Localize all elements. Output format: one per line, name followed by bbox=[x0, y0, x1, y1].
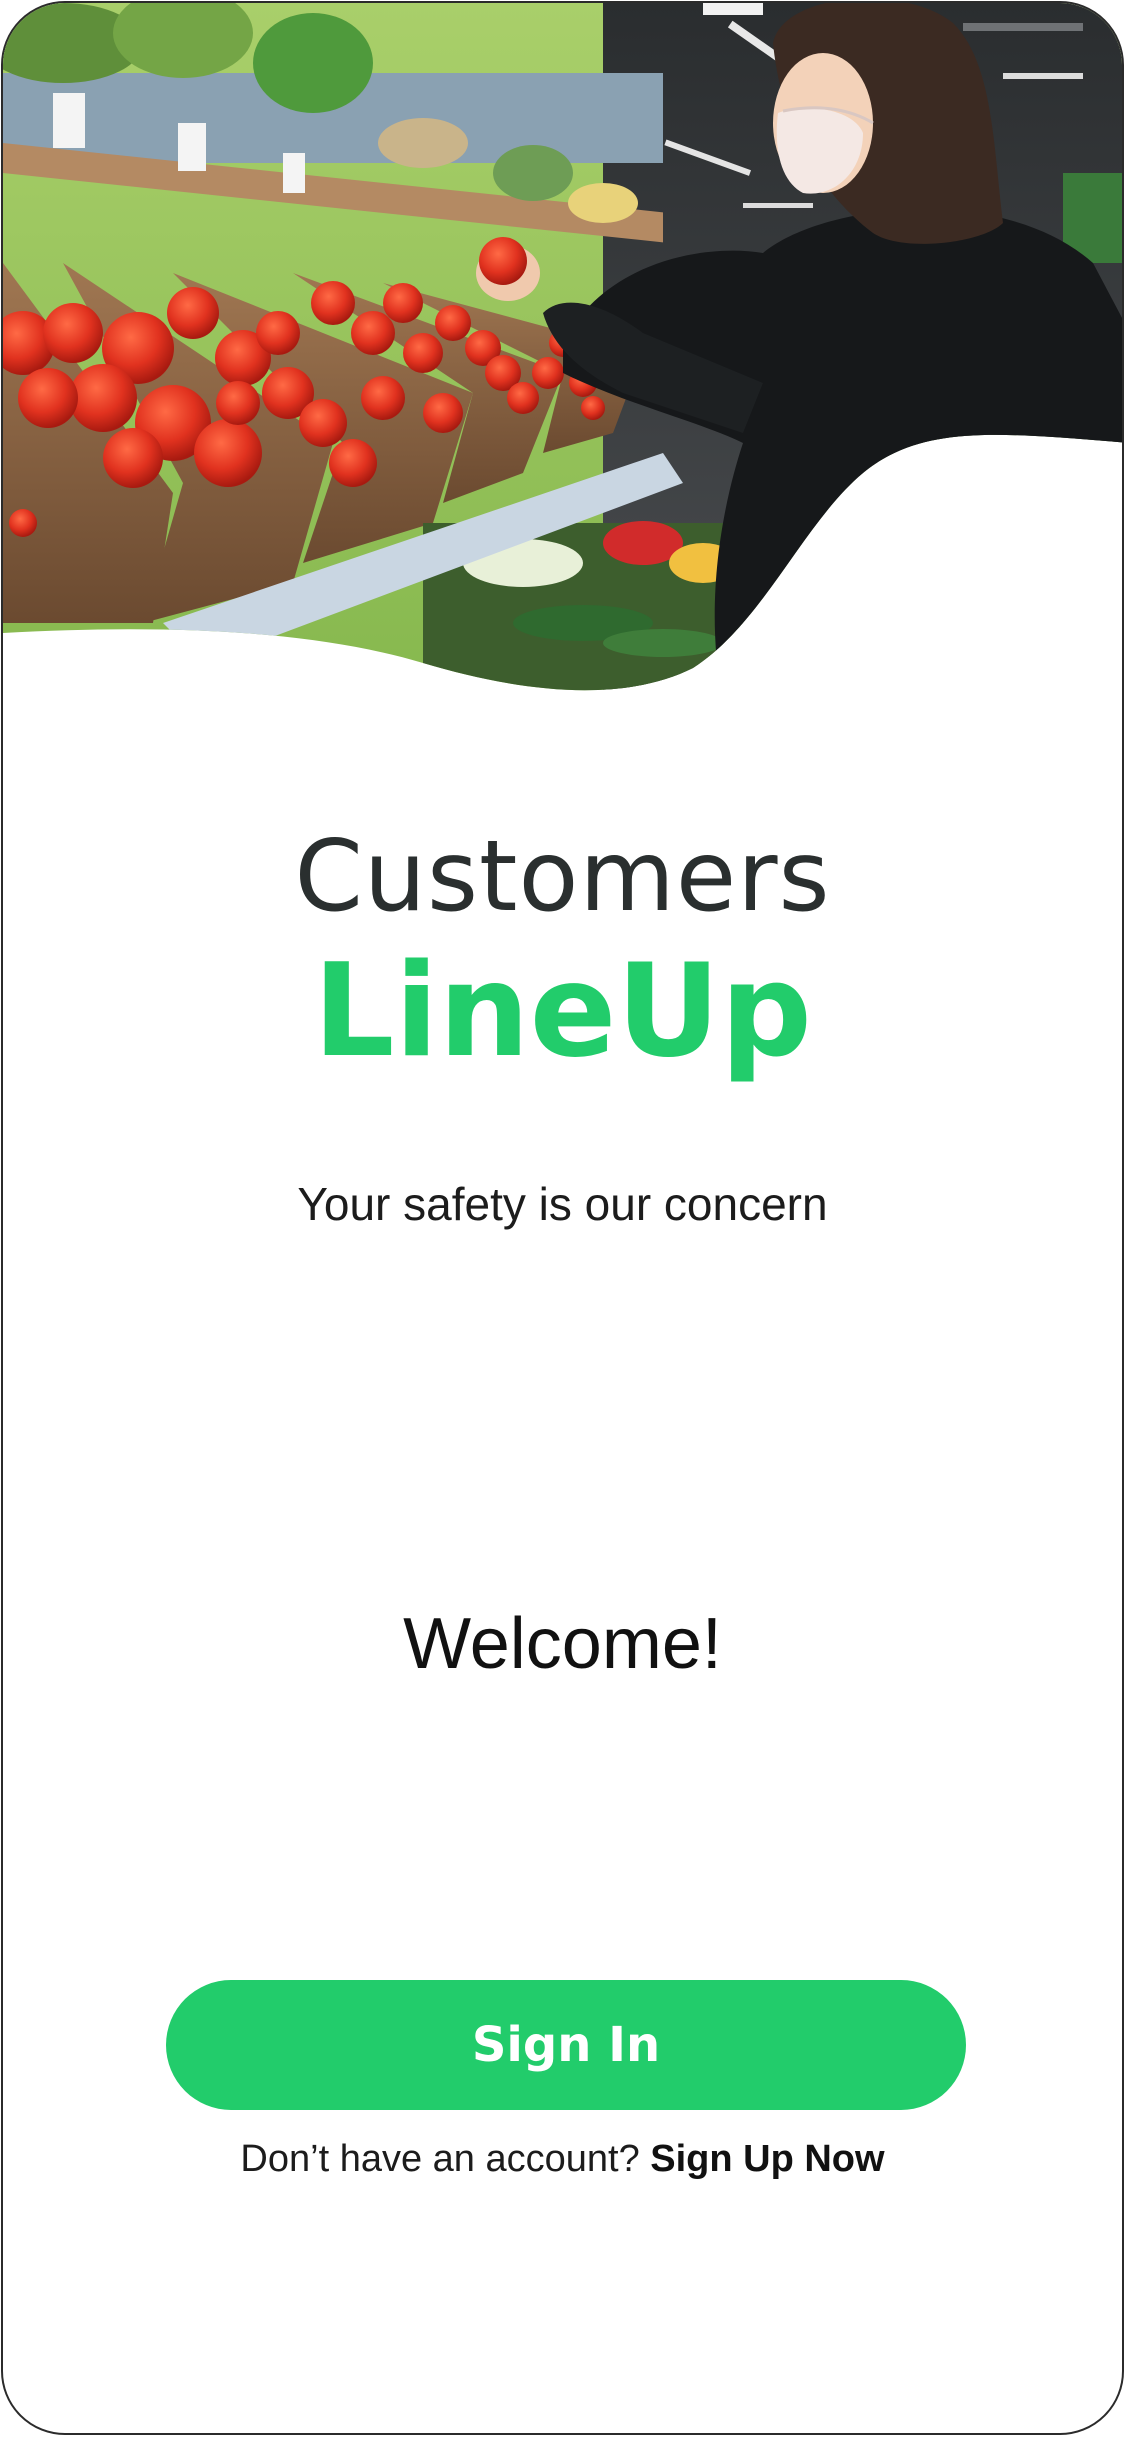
sign-up-link[interactable]: Sign Up Now bbox=[650, 2138, 884, 2180]
app-title: Customers LineUp bbox=[3, 828, 1122, 1076]
hero-image bbox=[3, 3, 1122, 703]
phone-frame: Customers LineUp Your safety is our conc… bbox=[1, 1, 1124, 2435]
app-title-line2: LineUp bbox=[313, 937, 812, 1086]
welcome-message: Welcome! bbox=[403, 1604, 722, 1684]
app-title-line1: Customers bbox=[294, 820, 831, 934]
signup-prompt-text: Don’t have an account? bbox=[240, 2138, 640, 2180]
tagline: Your safety is our concern bbox=[297, 1178, 828, 1230]
sign-in-button[interactable]: Sign In bbox=[166, 1980, 966, 2110]
signup-prompt-row: Don’t have an account? Sign Up Now bbox=[3, 2138, 1122, 2181]
